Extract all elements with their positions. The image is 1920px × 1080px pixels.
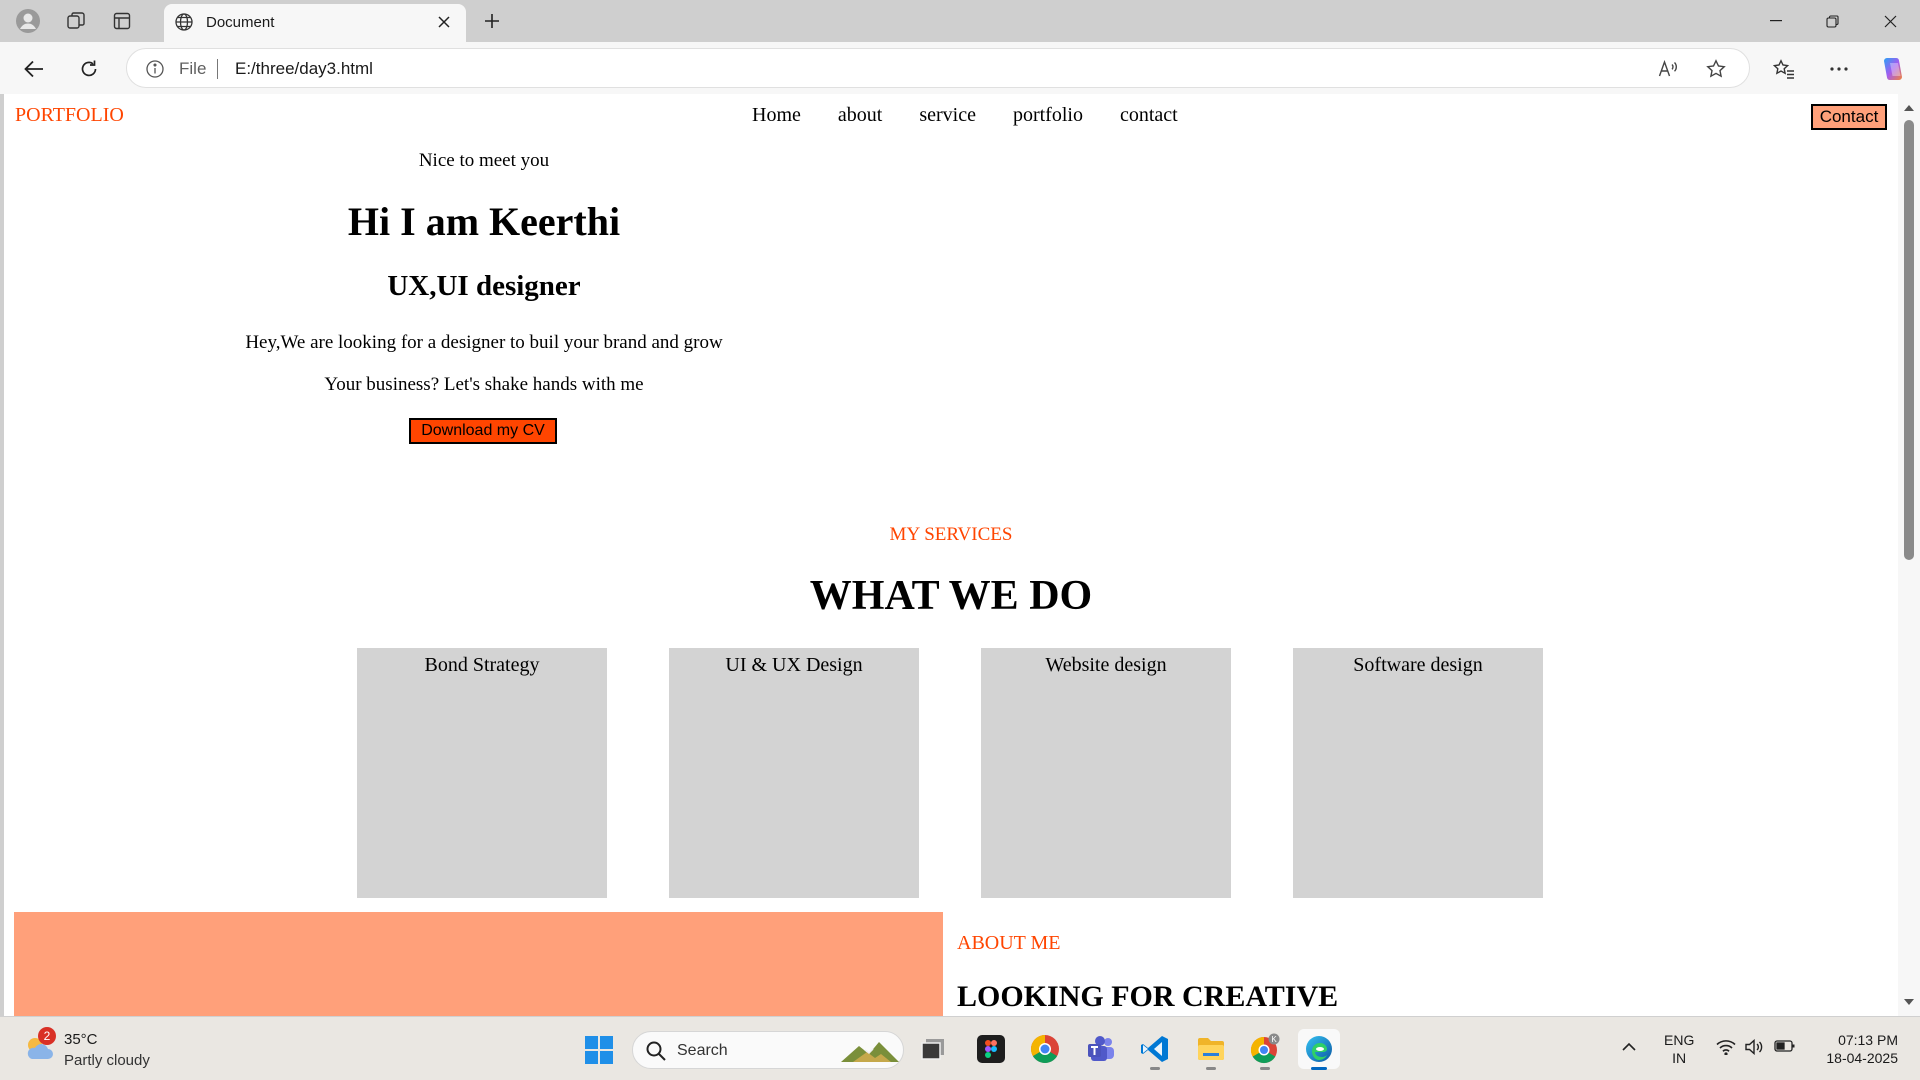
new-tab-button[interactable]: [476, 6, 508, 36]
divider: [217, 59, 218, 79]
profile-icon[interactable]: [12, 6, 44, 36]
services-title: WHAT WE DO: [809, 573, 1093, 619]
service-card: Software design: [1293, 648, 1543, 898]
taskbar-search[interactable]: Search: [632, 1031, 904, 1069]
running-indicator: [1150, 1067, 1160, 1070]
scroll-up-icon[interactable]: [1903, 102, 1915, 114]
search-icon: [645, 1040, 667, 1067]
site-logo[interactable]: PORTFOLIO: [15, 104, 124, 127]
battery-icon[interactable]: [1774, 1039, 1796, 1058]
close-window-button[interactable]: [1862, 0, 1918, 42]
workspaces-icon[interactable]: [60, 6, 92, 36]
nav-service[interactable]: service: [919, 104, 976, 127]
chrome-profile-icon[interactable]: K: [1244, 1029, 1286, 1070]
page-scrollbar[interactable]: [1898, 94, 1920, 1016]
hero-paragraph-1: Hey,We are looking for a designer to bui…: [245, 332, 723, 353]
running-indicator: [1260, 1067, 1270, 1070]
site-info-icon[interactable]: [145, 59, 165, 84]
hero-name: Hi I am Keerthi: [347, 199, 621, 244]
nav-about[interactable]: about: [838, 104, 882, 127]
figma-icon[interactable]: [970, 1029, 1012, 1069]
hero-paragraph-2: Your business? Let's shake hands with me: [324, 374, 644, 395]
download-cv-button[interactable]: Download my CV: [409, 418, 557, 444]
site-nav: Home about service portfolio contact: [752, 104, 1178, 127]
windows-taskbar: 2 35°C Partly cloudy Search K ENG IN 07:…: [0, 1016, 1920, 1080]
clock[interactable]: 07:13 PM 18-04-2025: [1818, 1031, 1898, 1067]
favorite-star-icon[interactable]: [1703, 57, 1729, 81]
lang-line-1: ENG: [1664, 1032, 1695, 1048]
scheme-label: File: [179, 59, 207, 78]
more-options-icon[interactable]: [1822, 52, 1856, 86]
close-tab-icon[interactable]: [432, 10, 456, 34]
vscode-icon[interactable]: [1134, 1029, 1176, 1070]
url-text[interactable]: E:/three/day3.html: [235, 59, 373, 79]
clock-time: 07:13 PM: [1838, 1032, 1898, 1048]
start-icon[interactable]: [584, 1035, 614, 1070]
volume-icon[interactable]: [1744, 1038, 1764, 1060]
task-view-icon[interactable]: [912, 1029, 954, 1069]
weather-temp[interactable]: 35°C: [64, 1031, 98, 1048]
search-label: Search: [677, 1042, 728, 1059]
nav-contact[interactable]: contact: [1120, 104, 1178, 127]
reload-button[interactable]: [72, 52, 106, 86]
nav-portfolio[interactable]: portfolio: [1013, 104, 1083, 127]
vertical-tabs-icon[interactable]: [106, 6, 138, 36]
weather-desc[interactable]: Partly cloudy: [64, 1052, 150, 1069]
active-tab[interactable]: Document: [164, 4, 466, 42]
nav-home[interactable]: Home: [752, 104, 801, 127]
lang-line-2: IN: [1672, 1050, 1687, 1066]
scroll-down-icon[interactable]: [1903, 996, 1915, 1008]
language-indicator[interactable]: ENG IN: [1664, 1031, 1694, 1067]
scrollbar-thumb[interactable]: [1904, 120, 1914, 560]
services-tag: MY SERVICES: [889, 524, 1013, 545]
restore-button[interactable]: [1804, 0, 1860, 42]
copilot-icon[interactable]: [1876, 52, 1910, 86]
contact-button[interactable]: Contact: [1811, 104, 1887, 130]
running-indicator: [1206, 1067, 1216, 1070]
hero-greeting: Nice to meet you: [418, 150, 550, 171]
wifi-icon[interactable]: [1716, 1039, 1736, 1060]
tab-title: Document: [206, 14, 275, 31]
edge-icon[interactable]: [1298, 1029, 1340, 1070]
about-tag: ABOUT ME: [957, 932, 1061, 954]
address-toolbar: File E:/three/day3.html: [0, 42, 1920, 94]
file-explorer-icon[interactable]: [1190, 1029, 1232, 1070]
chevron-up-icon[interactable]: [1622, 1039, 1636, 1057]
address-field[interactable]: File E:/three/day3.html: [126, 48, 1750, 88]
service-card: UI & UX Design: [669, 648, 919, 898]
page-viewport: PORTFOLIO Home about service portfolio c…: [4, 94, 1898, 1016]
back-button[interactable]: [17, 52, 51, 86]
search-highlight-icon: [839, 1038, 901, 1069]
service-card: Bond Strategy: [357, 648, 607, 898]
clock-date: 18-04-2025: [1826, 1050, 1898, 1066]
weather-badge: 2: [38, 1027, 56, 1045]
read-aloud-icon[interactable]: [1655, 57, 1681, 81]
favorites-icon[interactable]: [1767, 52, 1801, 86]
service-card: Website design: [981, 648, 1231, 898]
globe-icon: [174, 12, 194, 37]
chrome-icon[interactable]: [1024, 1029, 1066, 1069]
active-indicator: [1311, 1067, 1327, 1070]
svg-text:K: K: [1271, 1035, 1277, 1044]
teams-icon[interactable]: [1080, 1029, 1122, 1069]
minimize-button[interactable]: [1748, 0, 1804, 42]
about-title: LOOKING FOR CREATIVE: [957, 980, 1339, 1013]
about-image-block: [14, 912, 943, 1016]
service-cards: Bond Strategy UI & UX Design Website des…: [357, 648, 1543, 898]
hero-role: UX,UI designer: [387, 270, 581, 302]
browser-tab-bar: Document: [0, 0, 1920, 42]
